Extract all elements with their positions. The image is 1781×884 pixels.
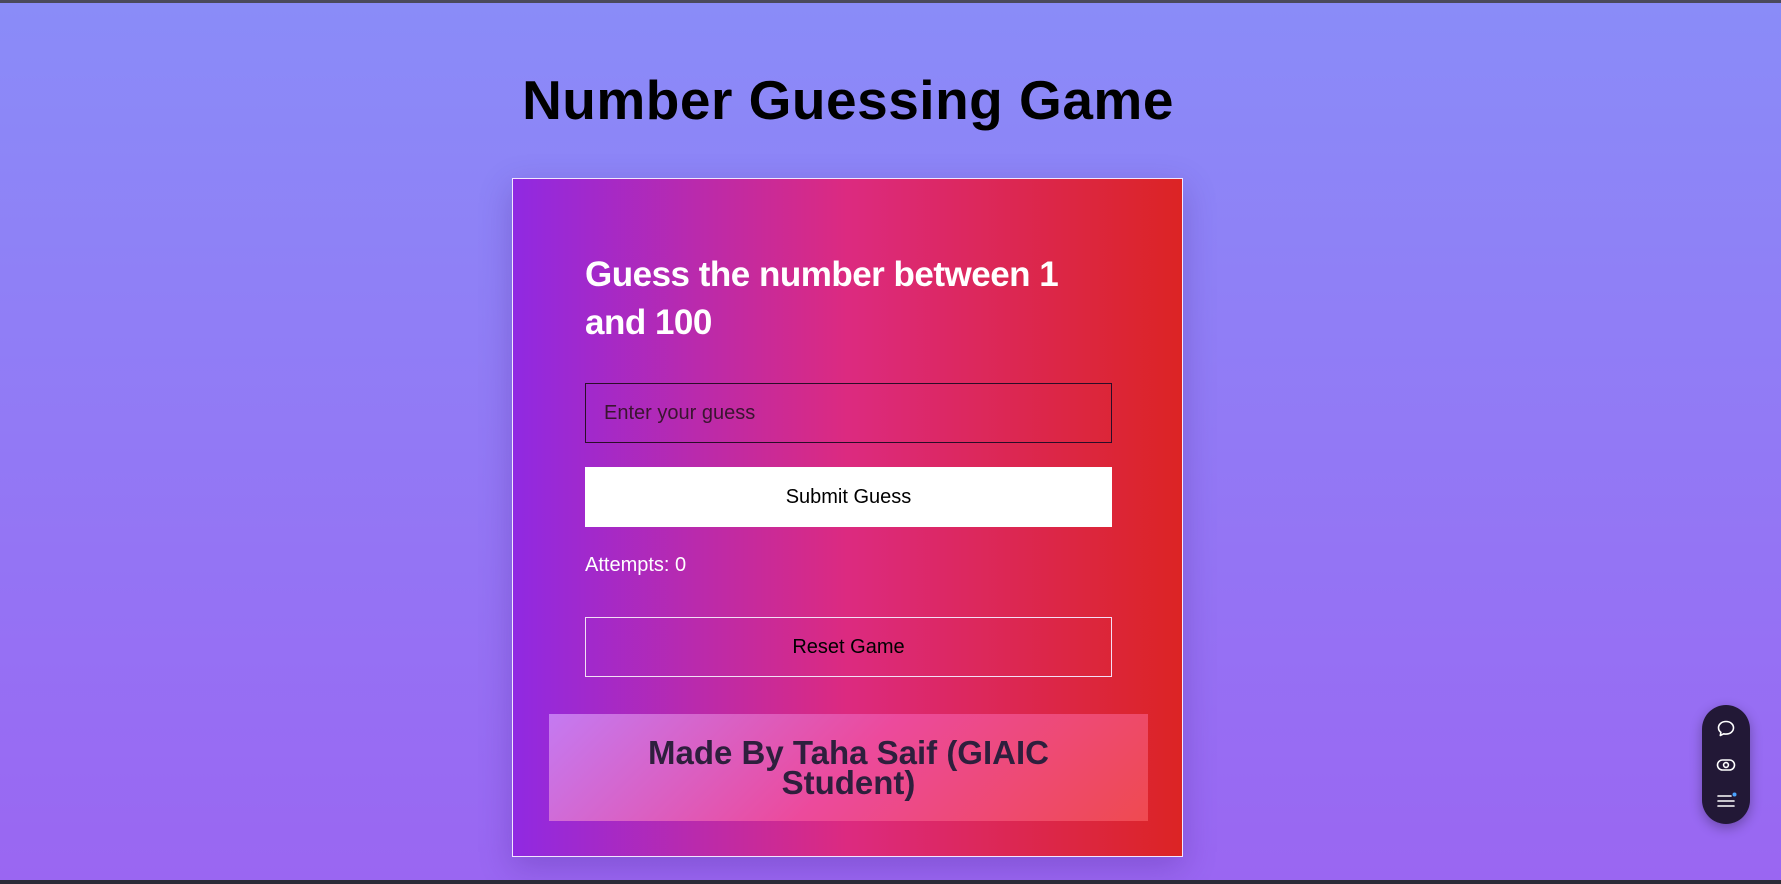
attempts-value: 0 — [675, 554, 687, 576]
page-title: Number Guessing Game — [522, 69, 1174, 131]
window-bottom-border — [0, 880, 1781, 884]
author-credit-text: Made By Taha Saif (GIAIC Student) — [648, 733, 1049, 801]
game-instructions-heading: Guess the number between 1 and 100 — [585, 255, 1059, 342]
notification-dot-icon — [1732, 792, 1737, 797]
reset-game-button[interactable]: Reset Game — [585, 617, 1112, 677]
game-card: Guess the number between 1 and 100 Submi… — [512, 178, 1183, 857]
menu-list-icon[interactable] — [1714, 789, 1738, 813]
window-top-border — [0, 0, 1781, 3]
author-credit-banner: Made By Taha Saif (GIAIC Student) — [549, 714, 1148, 821]
attempts-label: Attempts: — [585, 554, 670, 576]
floating-toolbar — [1702, 705, 1750, 824]
chat-bubble-icon[interactable] — [1714, 717, 1738, 741]
attempts-counter: Attempts: 0 — [585, 554, 686, 577]
guess-input[interactable] — [585, 383, 1112, 443]
eye-icon[interactable] — [1714, 753, 1738, 777]
submit-guess-button[interactable]: Submit Guess — [585, 467, 1112, 527]
